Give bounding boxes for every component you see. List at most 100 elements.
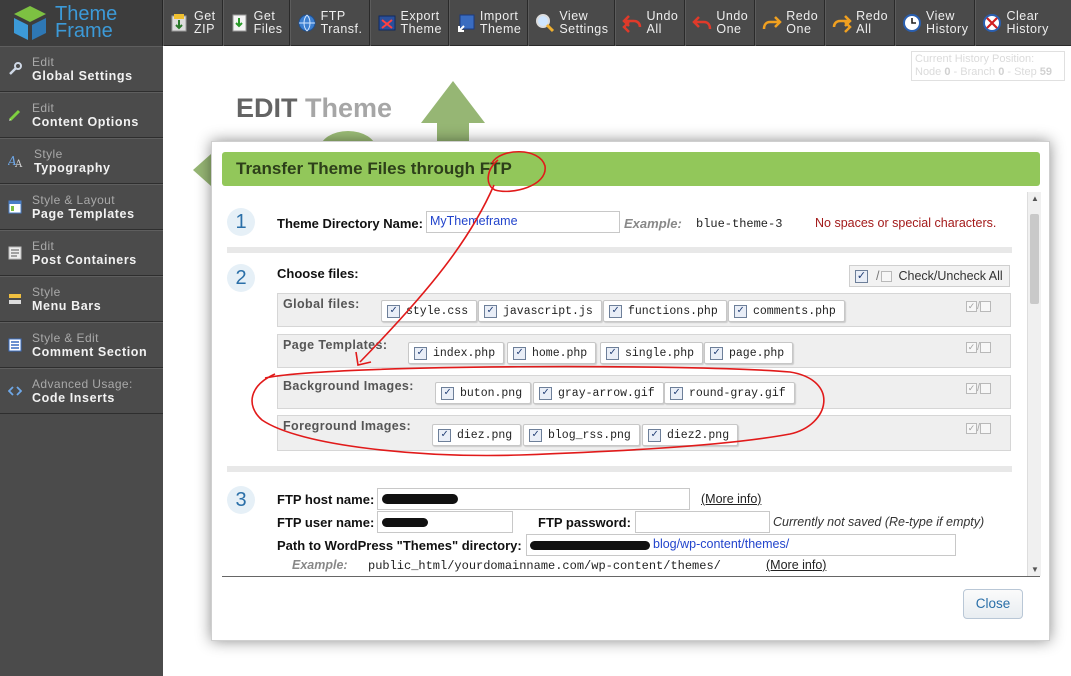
file-chip[interactable]: ✓ round-gray.gif	[664, 382, 795, 404]
body-bottom-line	[222, 576, 1040, 577]
divider	[227, 247, 1012, 253]
group-toggle[interactable]: ✓ /	[966, 341, 992, 353]
file-chip[interactable]: ✓ index.php	[408, 342, 505, 364]
checkbox-icon[interactable]: ✓	[441, 386, 454, 400]
checkbox-icon[interactable]: ✓	[513, 346, 526, 360]
post-container-icon	[8, 246, 22, 260]
download-files-icon	[232, 14, 247, 32]
file-chip[interactable]: ✓ diez2.png	[642, 424, 739, 446]
import-theme-button[interactable]: Import Theme	[448, 0, 529, 46]
top-toolbar: Theme Frame Get ZIP Get Files FTP Transf…	[0, 0, 1071, 46]
example-value-1: blue-theme-3	[696, 217, 783, 231]
redo-all-icon	[832, 15, 852, 33]
sidebar-item-menu-bars[interactable]: Style Menu Bars	[0, 276, 163, 322]
close-button[interactable]: Close	[963, 589, 1023, 619]
ftp-transfer-dialog: Transfer Theme Files through FTP 1 Theme…	[211, 141, 1050, 641]
group-toggle[interactable]: ✓ /	[966, 422, 992, 434]
scroll-down-arrow-icon[interactable]: ▼	[1031, 565, 1039, 574]
group-toggle[interactable]: ✓ /	[966, 382, 992, 394]
checkbox-icon[interactable]: ✓	[606, 346, 619, 360]
checkbox-icon[interactable]: ✓	[484, 304, 497, 318]
file-chip[interactable]: ✓ style.css	[381, 300, 478, 322]
example-path: public_html/yourdomainname.com/wp-conten…	[368, 559, 721, 573]
step-number-3: 3	[227, 486, 255, 514]
more-info-link-2[interactable]: (More info)	[766, 558, 826, 572]
file-chip[interactable]: ✓ comments.php	[728, 300, 845, 322]
step-number-2: 2	[227, 264, 255, 292]
checkbox-icon[interactable]: ✓	[710, 346, 723, 360]
sidebar-item-post-containers[interactable]: Edit Post Containers	[0, 230, 163, 276]
ftp-transfer-button[interactable]: FTP Transf.	[289, 0, 370, 46]
view-history-button[interactable]: View History	[895, 0, 976, 46]
checkbox-icon[interactable]: ✓	[438, 428, 451, 442]
checkbox-empty-icon	[881, 270, 893, 282]
file-chip[interactable]: ✓ buton.png	[435, 382, 532, 404]
dialog-body: 1 Theme Directory Name: MyThemeframe Exa…	[222, 194, 1026, 576]
sidebar-item-typography[interactable]: AA Style Typography	[0, 138, 163, 184]
undo-all-button[interactable]: Undo All	[615, 0, 686, 46]
redo-one-button[interactable]: Redo One	[755, 0, 826, 46]
file-chip[interactable]: ✓ diez.png	[432, 424, 522, 446]
file-chip[interactable]: ✓ gray-arrow.gif	[533, 382, 664, 404]
export-theme-button[interactable]: Export Theme	[369, 0, 449, 46]
template-icon	[8, 200, 22, 214]
export-icon	[378, 15, 395, 31]
more-info-link[interactable]: (More info)	[701, 492, 761, 506]
clear-history-icon	[983, 14, 1002, 32]
sidebar-item-content-options[interactable]: Edit Content Options	[0, 92, 163, 138]
comment-section-icon	[8, 338, 22, 352]
ftp-host-label: FTP host name:	[277, 492, 375, 507]
scroll-up-arrow-icon[interactable]: ▲	[1031, 194, 1039, 203]
redo-all-button[interactable]: Redo All	[825, 0, 896, 46]
undo-icon	[692, 16, 712, 30]
choose-files-label: Choose files:	[277, 266, 359, 281]
sidebar-item-page-templates[interactable]: Style & Layout Page Templates	[0, 184, 163, 230]
checkbox-icon[interactable]: ✓	[609, 304, 622, 318]
svg-text:A: A	[14, 159, 23, 168]
undo-one-button[interactable]: Undo One	[685, 0, 756, 46]
file-chip[interactable]: ✓ single.php	[600, 342, 704, 364]
checkbox-icon[interactable]: ✓	[529, 428, 542, 442]
check-uncheck-all-button[interactable]: ✓ / Check/Uncheck All	[849, 265, 1010, 287]
file-chip[interactable]: ✓ page.php	[704, 342, 794, 364]
typography-icon: AA	[8, 154, 23, 168]
file-chip[interactable]: ✓ home.php	[507, 342, 597, 364]
file-group-foreground-images: Foreground Images: ✓ diez.png ✓ blog_rss.p…	[277, 415, 1011, 451]
checkbox-icon[interactable]: ✓	[734, 304, 747, 318]
dialog-scrollbar[interactable]: ▲ ▼	[1027, 192, 1041, 576]
theme-directory-label: Theme Directory Name:	[277, 216, 423, 231]
get-files-button[interactable]: Get Files	[222, 0, 290, 46]
checkbox-icon[interactable]: ✓	[670, 386, 683, 400]
file-group-page-templates: Page Templates: ✓ index.php ✓ home.php ✓ si…	[277, 334, 1011, 368]
file-chip[interactable]: ✓ blog_rss.png	[523, 424, 640, 446]
ftp-password-input[interactable]	[635, 511, 770, 533]
file-chip[interactable]: ✓ functions.php	[603, 300, 727, 322]
divider	[227, 466, 1012, 472]
redaction-mark	[382, 494, 458, 504]
checkbox-icon[interactable]: ✓	[414, 346, 427, 360]
get-zip-button[interactable]: Get ZIP	[163, 0, 223, 46]
clear-history-button[interactable]: Clear History	[975, 0, 1054, 46]
sidebar-item-global-settings[interactable]: Edit Global Settings	[0, 46, 163, 92]
sidebar-item-code-inserts[interactable]: Advanced Usage: Code Inserts	[0, 368, 163, 414]
view-settings-button[interactable]: View Settings	[528, 0, 616, 46]
clock-icon	[903, 14, 922, 32]
ftp-globe-icon	[298, 14, 316, 32]
sidebar-item-comment-section[interactable]: Style & Edit Comment Section	[0, 322, 163, 368]
themeframe-logo[interactable]: Theme Frame	[0, 0, 163, 46]
file-group-background-images: Background Images: ✓ buton.png ✓ gray-arro…	[277, 375, 1011, 409]
file-chip[interactable]: ✓ javascript.js	[478, 300, 602, 322]
checkbox-icon[interactable]: ✓	[539, 386, 552, 400]
checkbox-icon[interactable]: ✓	[387, 304, 400, 318]
logo-text: Theme Frame	[55, 3, 118, 42]
file-group-global: Global files: ✓ style.css ✓ javascript.js …	[277, 293, 1011, 327]
scroll-thumb[interactable]	[1030, 214, 1039, 304]
group-toggle[interactable]: ✓ /	[966, 300, 992, 312]
example-label-3: Example:	[292, 558, 348, 572]
checkbox-icon[interactable]: ✓	[648, 428, 661, 442]
undo-all-icon	[622, 15, 642, 33]
redaction-mark	[530, 541, 650, 550]
theme-directory-input[interactable]: MyThemeframe	[426, 211, 620, 233]
menu-bars-icon	[9, 294, 21, 304]
code-icon	[8, 386, 22, 396]
